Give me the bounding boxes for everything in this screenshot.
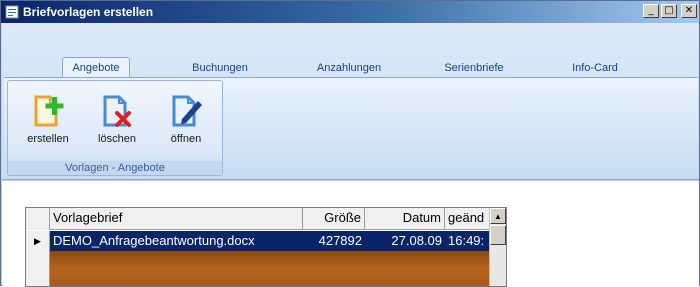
cell-datum[interactable]: 27.08.09 [365,231,445,251]
document-add-icon [34,95,64,127]
current-row-icon: ▶ [34,235,41,246]
main-window: Briefvorlagen erstellen _ □ ✕ Angebote B… [0,0,700,287]
close-button[interactable]: ✕ [681,4,697,18]
cell-geaendert[interactable]: 16:49: [445,231,491,251]
minimize-button[interactable]: _ [643,4,659,18]
scroll-up-icon: ▲ [494,211,502,221]
loeschen-button[interactable]: löschen [87,87,147,147]
tab-anzahlungen[interactable]: Anzahlungen [304,57,394,78]
grid-corner [26,208,50,230]
tab-buchungen[interactable]: Buchungen [180,57,260,78]
row-header-empty [26,251,50,286]
scroll-up-button[interactable]: ▲ [490,208,506,224]
document-edit-icon [172,95,202,127]
vertical-scrollbar[interactable]: ▲ [489,208,506,286]
content-area: Vorlagebrief Größe Datum geänd ▶ DEMO_An… [2,181,699,287]
tab-info-card[interactable]: Info-Card [558,57,632,78]
app-icon [5,5,19,19]
loeschen-label: löschen [98,133,136,145]
ribbon: Angebote Buchungen Anzahlungen Serienbri… [2,23,699,180]
group-caption: Vorlagen - Angebote [8,161,222,175]
grid-header: Vorlagebrief Größe Datum geänd [26,208,506,230]
title-bar[interactable]: Briefvorlagen erstellen _ □ ✕ [1,1,699,23]
column-header-geaendert[interactable]: geänd [445,208,491,230]
scroll-thumb[interactable] [490,225,506,245]
ribbon-tabs: Angebote Buchungen Anzahlungen Serienbri… [2,57,699,78]
table-row[interactable]: ▶ DEMO_Anfragebeantwortung.docx 427892 2… [26,231,506,251]
window-controls: _ □ ✕ [643,4,697,18]
document-delete-icon [103,95,131,127]
templates-grid[interactable]: Vorlagebrief Größe Datum geänd ▶ DEMO_An… [25,207,507,287]
oeffnen-label: öffnen [170,133,202,145]
row-selector[interactable]: ▶ [26,231,50,251]
column-header-vorlagebrief[interactable]: Vorlagebrief [50,208,303,230]
tab-serienbriefe[interactable]: Serienbriefe [434,57,514,78]
oeffnen-button[interactable]: öffnen [156,87,216,147]
window-title: Briefvorlagen erstellen [23,5,154,19]
grid-empty-area [50,251,491,286]
ribbon-body: erstellen löschen öffnen Vorlagen - Ange… [4,77,698,177]
cell-groesse[interactable]: 427892 [303,231,365,251]
erstellen-button[interactable]: erstellen [18,87,78,147]
cell-vorlagebrief[interactable]: DEMO_Anfragebeantwortung.docx [50,231,303,251]
erstellen-label: erstellen [27,133,69,145]
ribbon-group-vorlagen: erstellen löschen öffnen Vorlagen - Ange… [7,80,223,176]
column-header-groesse[interactable]: Größe [303,208,365,230]
column-header-datum[interactable]: Datum [365,208,445,230]
tab-angebote[interactable]: Angebote [62,57,130,78]
maximize-button[interactable]: □ [661,4,677,18]
